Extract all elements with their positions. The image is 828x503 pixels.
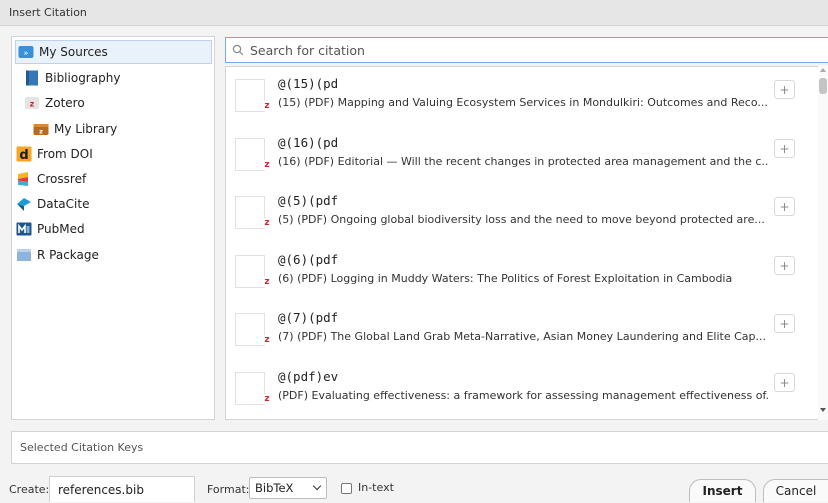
add-citation-button[interactable]: + bbox=[774, 255, 795, 275]
source-item-datacite[interactable]: DataCite bbox=[16, 192, 89, 216]
zotero-badge-icon: z bbox=[262, 276, 272, 287]
in-text-checkbox[interactable] bbox=[341, 483, 352, 494]
insert-button[interactable]: Insert bbox=[689, 479, 756, 502]
citation-thumbnail bbox=[235, 196, 265, 229]
source-item-zotero[interactable]: z Zotero bbox=[24, 91, 85, 115]
citation-row[interactable]: z @(7)(pdf (7) (PDF) The Global Land Grab … bbox=[226, 301, 816, 359]
add-citation-button[interactable]: + bbox=[774, 314, 795, 333]
source-item-label: Zotero bbox=[45, 96, 85, 110]
crossref-icon bbox=[16, 171, 32, 187]
add-citation-button[interactable]: + bbox=[774, 138, 795, 158]
search-input[interactable] bbox=[248, 41, 812, 59]
list-scrollbar[interactable] bbox=[818, 66, 828, 420]
create-label: Create: bbox=[9, 483, 50, 496]
search-box[interactable] bbox=[225, 37, 828, 63]
datacite-icon bbox=[16, 196, 32, 212]
selected-citation-keys[interactable]: Selected Citation Keys bbox=[11, 431, 828, 464]
citation-title: (15) (PDF) Mapping and Valuing Ecosystem… bbox=[278, 96, 768, 109]
source-item-label: DataCite bbox=[37, 197, 90, 211]
source-item-label: Crossref bbox=[37, 172, 87, 186]
source-item-label: My Sources bbox=[39, 45, 108, 59]
citation-row[interactable]: z @(5)(pdf (5) (PDF) Ongoing global biodiv… bbox=[226, 184, 816, 242]
source-item-my-sources[interactable]: » My Sources bbox=[15, 40, 212, 64]
citation-key: @(6)(pdf bbox=[278, 251, 339, 267]
source-item-bibliography[interactable]: Bibliography bbox=[24, 66, 120, 90]
library-icon: z bbox=[33, 121, 49, 137]
format-label: Format: bbox=[207, 483, 250, 496]
citation-title: (5) (PDF) Ongoing global biodiversity lo… bbox=[278, 213, 765, 226]
zotero-badge-icon: z bbox=[262, 159, 272, 170]
citation-title: (16) (PDF) Editorial — Will the recent c… bbox=[278, 154, 768, 168]
svg-text:z: z bbox=[39, 128, 43, 136]
source-item-label: R Package bbox=[37, 248, 99, 262]
search-icon bbox=[232, 44, 244, 56]
zotero-badge-icon: z bbox=[262, 335, 272, 345]
citation-title: (PDF) Evaluating effectiveness: a framew… bbox=[278, 388, 768, 402]
add-citation-button[interactable]: + bbox=[774, 372, 795, 392]
source-item-label: PubMed bbox=[37, 222, 85, 236]
svg-text:»: » bbox=[24, 49, 29, 58]
source-item-label: Bibliography bbox=[45, 71, 121, 85]
citation-row[interactable]: z @(15)(pd (15) (PDF) Mapping and Valuing … bbox=[226, 67, 816, 125]
zotero-badge-icon: z bbox=[262, 218, 272, 228]
source-item-label: My Library bbox=[54, 122, 118, 136]
in-text-label[interactable]: In-text bbox=[358, 481, 394, 494]
zotero-icon: z bbox=[24, 95, 40, 111]
doi-icon: d bbox=[16, 146, 32, 163]
create-field[interactable] bbox=[49, 476, 195, 502]
format-select[interactable]: BibTeX bbox=[249, 477, 327, 499]
window-title: Insert Citation bbox=[0, 0, 828, 26]
citation-thumbnail bbox=[235, 371, 265, 405]
scroll-up-icon[interactable] bbox=[820, 68, 826, 72]
scroll-down-icon[interactable] bbox=[820, 408, 826, 412]
source-item-crossref[interactable]: Crossref bbox=[16, 167, 86, 191]
citation-key: @(pdf)ev bbox=[278, 368, 339, 384]
svg-text:d: d bbox=[19, 148, 28, 162]
source-item-my-library[interactable]: z My Library bbox=[33, 117, 117, 141]
citation-title: (6) (PDF) Logging in Muddy Waters: The P… bbox=[278, 271, 733, 285]
folder-link-icon: » bbox=[18, 44, 34, 60]
create-input[interactable] bbox=[56, 482, 190, 498]
format-value: BibTeX bbox=[255, 481, 294, 495]
chevron-down-icon bbox=[312, 481, 322, 491]
citation-row[interactable]: z @(6)(pdf (6) (PDF) Logging in Muddy Wate… bbox=[226, 243, 816, 301]
citation-key: @(5)(pdf bbox=[278, 193, 339, 208]
zotero-badge-icon: z bbox=[262, 101, 272, 111]
book-icon bbox=[24, 70, 40, 86]
svg-text:z: z bbox=[30, 100, 35, 109]
citation-row[interactable]: z @(16)(pd (16) (PDF) Editorial — Will the… bbox=[226, 126, 816, 184]
citation-thumbnail bbox=[235, 79, 265, 112]
citation-thumbnail bbox=[235, 137, 265, 171]
add-citation-button[interactable]: + bbox=[774, 197, 795, 216]
citation-list[interactable]: z @(15)(pd (15) (PDF) Mapping and Valuing … bbox=[225, 66, 828, 420]
zotero-badge-icon: z bbox=[262, 393, 272, 404]
source-item-from-doi[interactable]: d From DOI bbox=[16, 142, 93, 166]
source-item-label: From DOI bbox=[37, 147, 93, 161]
citation-key: @(16)(pd bbox=[278, 134, 339, 150]
citation-key: @(15)(pd bbox=[278, 76, 339, 91]
add-citation-button[interactable]: + bbox=[774, 80, 795, 99]
citation-thumbnail bbox=[235, 254, 265, 288]
cancel-button[interactable]: Cancel bbox=[763, 479, 828, 502]
pubmed-icon bbox=[16, 221, 32, 237]
citation-title: (7) (PDF) The Global Land Grab Meta-Narr… bbox=[278, 330, 767, 343]
citation-key: @(7)(pdf bbox=[278, 310, 339, 325]
source-item-pubmed[interactable]: PubMed bbox=[16, 217, 85, 241]
citation-thumbnail bbox=[235, 313, 265, 346]
citation-row[interactable]: z @(pdf)ev (PDF) Evaluating effectiveness:… bbox=[226, 360, 816, 418]
package-icon bbox=[16, 247, 32, 263]
sources-panel: » My Sources Bibliography z Zotero z My Librar… bbox=[11, 36, 215, 420]
scroll-thumb[interactable] bbox=[819, 78, 827, 94]
source-item-r-package[interactable]: R Package bbox=[16, 243, 99, 267]
